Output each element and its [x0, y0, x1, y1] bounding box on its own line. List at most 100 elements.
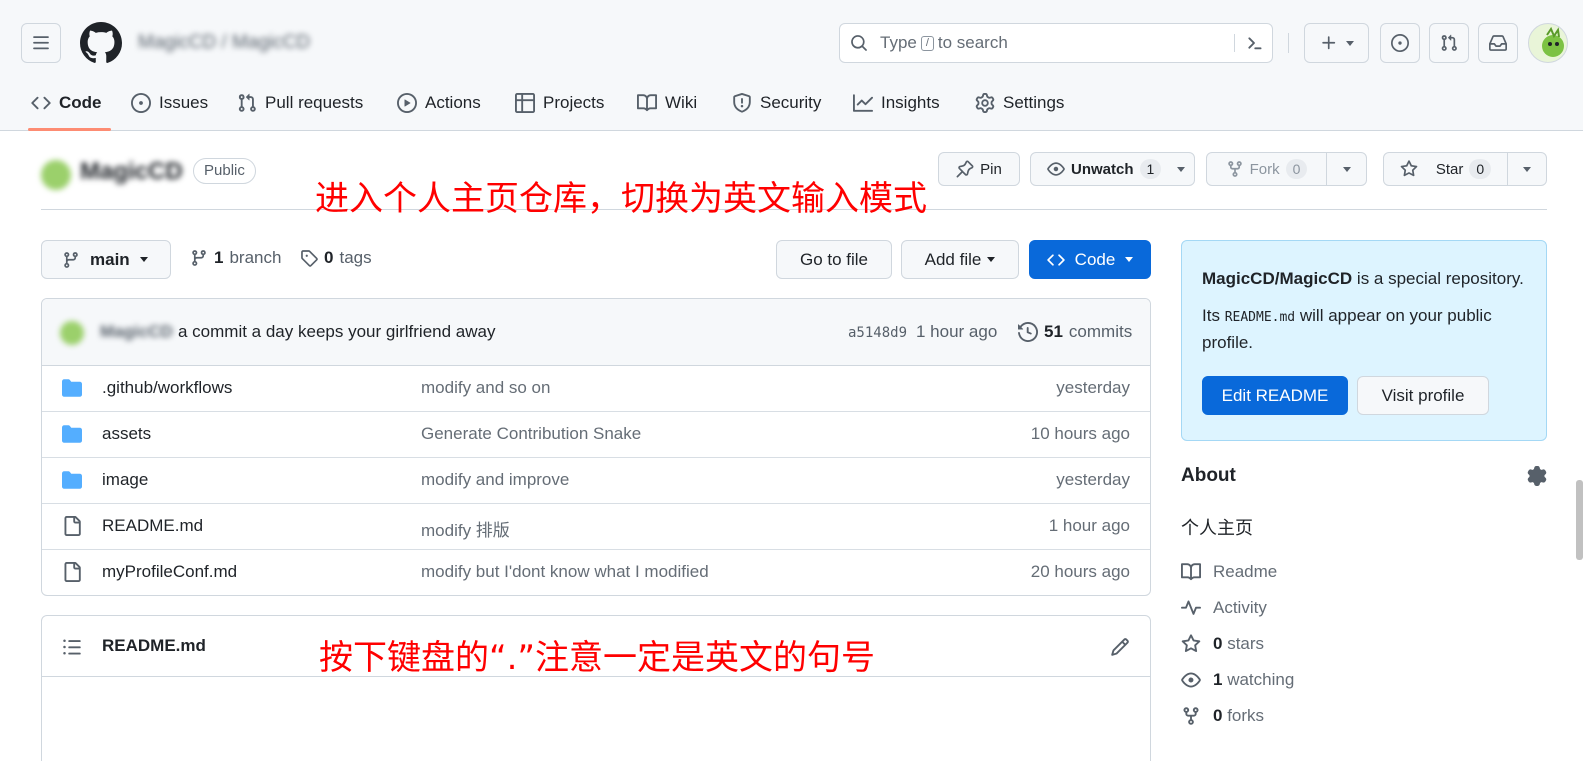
create-new-button[interactable] [1304, 23, 1369, 63]
edit-readme-button[interactable]: Edit README [1202, 376, 1348, 415]
readme-code: README.md [1224, 310, 1296, 325]
file-name[interactable]: .github/workflows [102, 378, 232, 398]
inbox-button[interactable] [1478, 23, 1518, 63]
search-divider [1234, 34, 1235, 52]
command-palette-icon[interactable] [1244, 33, 1264, 53]
special-repo-name[interactable]: MagicCD/MagicCD [1202, 269, 1352, 288]
tab-issues[interactable]: Issues [131, 86, 208, 120]
star-icon [1181, 634, 1201, 653]
file-row[interactable]: README.md modify 排版 1 hour ago [42, 504, 1150, 550]
latest-commit-bar: MagicCD a commit a day keeps your girlfr… [42, 299, 1150, 366]
file-commit-message[interactable]: modify and so on [421, 378, 550, 398]
global-header: MagicCD / MagicCD Type / to search Code … [0, 0, 1583, 131]
about-activity-link[interactable]: Activity [1181, 598, 1267, 618]
tab-insights[interactable]: Insights [853, 86, 940, 120]
list-unordered-icon[interactable] [62, 637, 82, 657]
pencil-icon[interactable] [1110, 637, 1130, 657]
folder-icon [62, 425, 82, 443]
pulse-icon [1181, 600, 1201, 615]
star-dropdown-button[interactable] [1507, 152, 1547, 186]
tags-link[interactable]: 0 tags [300, 248, 372, 268]
unwatch-button[interactable]: Unwatch 1 [1030, 152, 1195, 186]
code-icon [1046, 253, 1065, 266]
tab-label: Settings [1003, 93, 1065, 112]
file-name[interactable]: image [102, 470, 148, 490]
add-file-button[interactable]: Add file [901, 240, 1019, 279]
pin-button[interactable]: Pin [938, 152, 1020, 186]
star-button[interactable]: Star 0 [1383, 152, 1508, 186]
commit-message[interactable]: a commit a day keeps your girlfriend awa… [178, 322, 495, 342]
go-to-file-button[interactable]: Go to file [776, 240, 892, 279]
issues-button[interactable] [1380, 23, 1420, 63]
file-icon [64, 562, 81, 582]
special-repo-notice: MagicCD/MagicCD is a special repository.… [1181, 240, 1547, 441]
about-forks-link[interactable]: 0 forks [1181, 706, 1264, 726]
issue-opened-icon [1391, 34, 1409, 52]
readme-title[interactable]: README.md [102, 636, 206, 656]
tab-pull-requests[interactable]: Pull requests [237, 86, 363, 120]
gear-icon [975, 93, 995, 113]
about-watching-link[interactable]: 1 watching [1181, 670, 1294, 690]
file-row[interactable]: image modify and improve yesterday [42, 458, 1150, 504]
tag-count: 0 [324, 248, 334, 267]
file-name[interactable]: myProfileConf.md [102, 562, 237, 582]
tab-settings[interactable]: Settings [975, 86, 1064, 120]
special-repo-its: Its [1202, 306, 1220, 325]
git-pull-request-icon [238, 93, 256, 112]
code-dropdown-button[interactable]: Code [1029, 240, 1151, 279]
special-repo-line2: Its README.md will appear on your public [1202, 306, 1492, 326]
header-divider [1288, 33, 1289, 53]
visit-profile-button[interactable]: Visit profile [1357, 376, 1489, 415]
commit-hash[interactable]: a5148d9 [848, 325, 907, 341]
tab-projects[interactable]: Projects [515, 86, 604, 120]
gear-icon[interactable] [1527, 466, 1547, 486]
tab-label: Security [760, 93, 822, 112]
commits-link[interactable]: 51 commits [1018, 322, 1132, 342]
file-commit-message[interactable]: modify and improve [421, 470, 569, 490]
file-name[interactable]: assets [102, 424, 151, 444]
tab-code[interactable]: Code [31, 86, 102, 120]
github-logo[interactable] [80, 22, 122, 64]
unwatch-label: Unwatch [1071, 160, 1134, 178]
eye-icon [1047, 162, 1065, 176]
pull-requests-button[interactable] [1429, 23, 1469, 63]
file-commit-message[interactable]: modify but I'dont know what I modified [421, 562, 709, 582]
tab-actions[interactable]: Actions [397, 86, 481, 120]
branch-count: 1 [214, 248, 224, 267]
file-row[interactable]: assets Generate Contribution Snake 10 ho… [42, 412, 1150, 458]
file-commit-message[interactable]: Generate Contribution Snake [421, 424, 641, 444]
menu-button[interactable] [21, 23, 61, 63]
file-name[interactable]: README.md [102, 516, 203, 536]
tab-wiki[interactable]: Wiki [637, 86, 697, 120]
about-watching-count: 1 [1213, 670, 1223, 689]
branches-link[interactable]: 1 branch [190, 248, 281, 268]
star-icon [1400, 160, 1418, 177]
add-file-label: Add file [924, 249, 982, 269]
file-commit-time: 10 hours ago [1030, 424, 1130, 443]
about-stars-link[interactable]: 0 stars [1181, 634, 1264, 654]
about-readme-link[interactable]: Readme [1181, 562, 1277, 582]
search-input[interactable]: Type / to search [839, 23, 1273, 63]
fork-button[interactable]: Fork 0 [1206, 152, 1327, 186]
tab-security[interactable]: Security [732, 86, 821, 120]
plus-icon [1321, 36, 1335, 50]
file-row[interactable]: .github/workflows modify and so on yeste… [42, 366, 1150, 412]
repo-path[interactable]: MagicCD / MagicCD [138, 32, 310, 54]
fork-dropdown-button[interactable] [1326, 152, 1367, 186]
shield-icon [733, 93, 751, 113]
tag-count-label: tags [339, 248, 372, 267]
annotation-bottom: 按下键盘的“.”注意一定是英文的句号 [319, 638, 876, 678]
file-commit-message[interactable]: modify 排版 [421, 516, 510, 541]
folder-icon [62, 471, 82, 489]
repo-owner-avatar [41, 160, 71, 190]
file-row[interactable]: myProfileConf.md modify but I'dont know … [42, 550, 1150, 595]
commit-author[interactable]: MagicCD [100, 322, 173, 342]
chevron-down-icon[interactable] [1177, 166, 1186, 172]
scrollbar-thumb[interactable] [1576, 480, 1583, 560]
repo-name[interactable]: MagicCD [80, 158, 183, 186]
visibility-badge: Public [193, 158, 256, 184]
branch-select-button[interactable]: main [41, 240, 171, 279]
file-commit-time: 1 hour ago [1048, 516, 1130, 535]
commit-author-avatar[interactable] [60, 321, 84, 345]
avatar[interactable] [1528, 23, 1568, 63]
